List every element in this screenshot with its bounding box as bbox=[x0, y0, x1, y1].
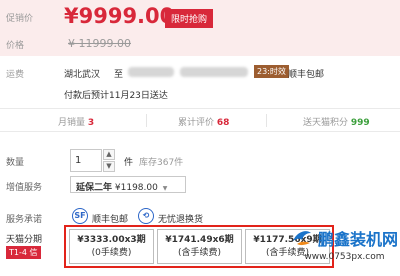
carrier-text: 顺丰包邮 bbox=[288, 70, 325, 80]
increase-button[interactable]: ▲ bbox=[103, 149, 115, 160]
delivery-estimate: 付款后预计11月23日送达 bbox=[64, 91, 168, 101]
installment-label: 天猫分期 bbox=[6, 235, 43, 245]
reviews-label: 累计评价 bbox=[178, 118, 215, 128]
service-free-return[interactable]: 无忧退换货 bbox=[158, 212, 203, 225]
chevron-up-icon: ▲ bbox=[106, 150, 112, 158]
blurred-destination-detail[interactable] bbox=[180, 67, 248, 77]
points: 送天猫积分 999 bbox=[303, 115, 370, 128]
warranty-price: ¥1198.00 bbox=[114, 183, 158, 193]
promo-price: ¥9999.00 bbox=[64, 4, 175, 28]
shipping-label: 运费 bbox=[6, 70, 25, 80]
installment-fee: (含手续费) bbox=[177, 248, 222, 258]
watermark-title: 鹏鑫装机网 bbox=[317, 230, 398, 249]
ship-from[interactable]: 湖北武汉 bbox=[64, 67, 100, 80]
dropdown-arrow-icon: ▼ bbox=[162, 185, 168, 192]
installment-option-6[interactable]: ¥1741.49x6期 (含手续费) bbox=[157, 229, 242, 264]
points-label: 送天猫积分 bbox=[303, 118, 349, 128]
installment-amount: ¥3333.00x3期 bbox=[77, 235, 146, 245]
installment-option-3[interactable]: ¥3333.00x3期 (0手续费) bbox=[69, 229, 154, 264]
installment-fee: (0手续费) bbox=[91, 248, 132, 258]
monthly-sales: 月销量 3 bbox=[58, 115, 94, 128]
monthly-sales-value: 3 bbox=[87, 118, 95, 128]
decrease-button[interactable]: ▼ bbox=[103, 161, 115, 172]
blurred-destination[interactable] bbox=[128, 67, 174, 77]
delivery-time-tag: 23:时效 bbox=[254, 65, 289, 78]
points-value: 999 bbox=[350, 118, 370, 128]
warranty-option: 延保二年 bbox=[76, 183, 113, 193]
promo-price-label: 促销价 bbox=[6, 14, 34, 24]
warranty-select[interactable]: 延保二年 ¥1198.00 ▼ bbox=[70, 176, 186, 193]
ship-to-label: 至 bbox=[114, 70, 124, 80]
quantity-label: 数量 bbox=[6, 158, 25, 168]
flash-sale-badge: 限时抢购 bbox=[165, 9, 214, 28]
original-price-label: 价格 bbox=[6, 41, 25, 51]
service-promise-label: 服务承诺 bbox=[6, 215, 43, 225]
chevron-down-icon: ▼ bbox=[106, 162, 112, 170]
reviews[interactable]: 累计评价 68 bbox=[178, 115, 229, 128]
monthly-sales-label: 月销量 bbox=[58, 118, 86, 128]
quantity-unit: 件 bbox=[124, 158, 134, 168]
watermark-url: www.0753px.com bbox=[304, 252, 385, 262]
divider bbox=[146, 114, 147, 127]
quantity-input[interactable]: 1 bbox=[70, 149, 102, 172]
bird-logo-icon bbox=[292, 231, 311, 246]
service-sf-shipping[interactable]: 顺丰包邮 bbox=[92, 212, 128, 225]
value-added-label: 增值服务 bbox=[6, 183, 43, 193]
installment-amount: ¥1741.49x6期 bbox=[165, 235, 234, 245]
site-watermark: 鹏鑫装机网 www.0753px.com bbox=[291, 226, 398, 262]
stats-bar: 月销量 3 累计评价 68 送天猫积分 999 bbox=[0, 108, 400, 132]
original-price: ¥ 11999.00 bbox=[68, 37, 131, 50]
reviews-value[interactable]: 68 bbox=[217, 118, 230, 128]
stock-count: 库存367件 bbox=[139, 158, 184, 168]
sf-express-icon: SF bbox=[72, 208, 88, 224]
installment-badge: T1-4 信 bbox=[6, 246, 41, 259]
divider bbox=[266, 114, 267, 127]
return-icon: ⟲ bbox=[138, 208, 154, 224]
